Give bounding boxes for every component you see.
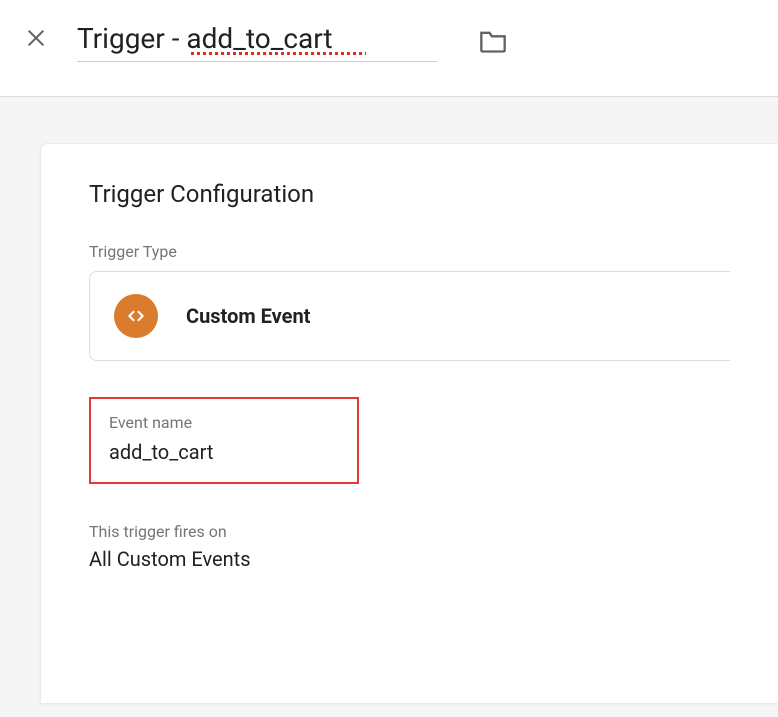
trigger-type-selector[interactable]: Custom Event	[89, 271, 730, 361]
trigger-type-label: Trigger Type	[89, 242, 730, 261]
title-wrapper	[77, 20, 437, 62]
folder-icon[interactable]	[479, 29, 507, 53]
fires-on-label: This trigger fires on	[89, 522, 730, 541]
trigger-config-card: Trigger Configuration Trigger Type Custo…	[40, 143, 778, 703]
body-background: Trigger Configuration Trigger Type Custo…	[0, 97, 778, 717]
trigger-type-value: Custom Event	[186, 304, 310, 328]
event-name-value: add_to_cart	[109, 440, 339, 464]
custom-event-icon	[114, 294, 158, 338]
fires-on-value: All Custom Events	[89, 547, 730, 571]
close-icon[interactable]	[25, 26, 47, 56]
event-name-box[interactable]: Event name add_to_cart	[89, 397, 359, 484]
event-name-label: Event name	[109, 413, 339, 432]
card-title: Trigger Configuration	[89, 180, 730, 208]
trigger-name-input[interactable]	[77, 20, 437, 62]
header-bar	[0, 0, 778, 82]
